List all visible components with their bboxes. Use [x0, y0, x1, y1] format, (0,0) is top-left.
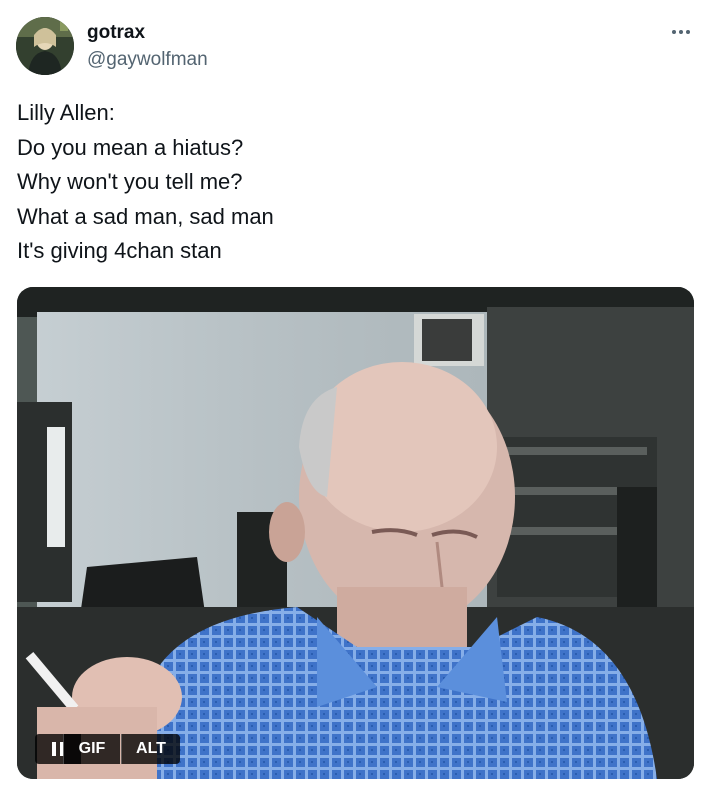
gif-media[interactable]: GIF ALT: [17, 287, 694, 779]
tweet-text-line: It's giving 4chan stan: [17, 238, 222, 263]
user-avatar[interactable]: [16, 17, 74, 75]
more-horizontal-icon-dot: [679, 30, 683, 34]
display-name[interactable]: gotrax: [87, 22, 145, 44]
tweet-card: gotrax @gaywolfman Lilly Allen: Do you m…: [0, 0, 709, 795]
user-handle[interactable]: @gaywolfman: [87, 49, 208, 71]
tweet-text-line: Do you mean a hiatus?: [17, 134, 244, 160]
more-options-button[interactable]: [666, 22, 696, 42]
tweet-text: Lilly Allen: Do you mean a hiatus? Why w…: [17, 96, 687, 269]
tweet-text-line: What a sad man, sad man: [17, 203, 274, 229]
more-horizontal-icon-dot: [686, 30, 690, 34]
gif-badge: GIF: [63, 734, 120, 764]
alt-text-button[interactable]: ALT: [121, 734, 180, 764]
gif-frame-image: [17, 287, 694, 779]
tweet-text-line: Why won't you tell me?: [17, 169, 243, 194]
tweet-text-line: Lilly Allen:: [17, 100, 115, 125]
more-horizontal-icon: [672, 30, 676, 34]
avatar-image: [16, 17, 74, 75]
